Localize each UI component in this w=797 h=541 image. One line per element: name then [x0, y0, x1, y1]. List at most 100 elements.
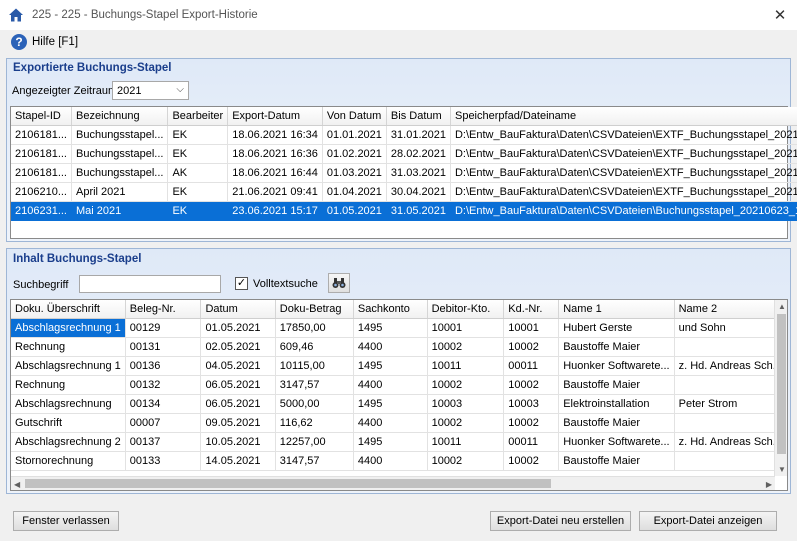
batches-cell[interactable]: 23.06.2021 15:17 [227, 201, 323, 221]
table-row[interactable]: Rechnung 00131 02.05.2021 609,46 4400 10002 10… [11, 337, 787, 357]
content-cell[interactable]: Hubert Gerste [558, 318, 675, 338]
content-cell[interactable]: 01.05.2021 [200, 318, 276, 338]
content-cell[interactable]: Abschlagsrechnung [11, 394, 126, 414]
content-cell[interactable]: 10001 [427, 318, 505, 338]
batches-cell[interactable]: 2106231... [11, 201, 72, 221]
vertical-scroll-thumb[interactable] [777, 314, 786, 454]
horizontal-scroll-thumb[interactable] [25, 479, 551, 488]
content-cell[interactable]: 00137 [125, 432, 202, 452]
question-icon[interactable]: ? [11, 34, 27, 50]
batches-cell[interactable]: April 2021 [71, 182, 169, 202]
content-cell[interactable]: 10002 [503, 337, 560, 357]
content-cell[interactable]: z. Hd. Andreas Sch... [674, 432, 787, 452]
batches-cell[interactable]: 21.06.2021 09:41 [227, 182, 323, 202]
table-row[interactable]: Gutschrift 00007 09.05.2021 116,62 4400 10002… [11, 413, 787, 433]
content-cell[interactable]: 10.05.2021 [200, 432, 276, 452]
content-cell[interactable] [674, 451, 787, 471]
content-cell[interactable]: 00136 [125, 356, 202, 376]
scroll-left-icon[interactable]: ◀ [14, 480, 20, 489]
vertical-scrollbar[interactable]: ▲ ▼ [774, 300, 787, 476]
content-cell[interactable] [674, 413, 787, 433]
scroll-up-icon[interactable]: ▲ [778, 302, 786, 311]
content-cell[interactable]: 12257,00 [275, 432, 354, 452]
batches-cell[interactable]: 18.06.2021 16:44 [227, 163, 323, 183]
content-cell[interactable]: 116,62 [275, 413, 354, 433]
content-cell[interactable]: Abschlagsrechnung 2 [11, 432, 126, 452]
content-cell[interactable]: Abschlagsrechnung 1 [11, 318, 126, 338]
batches-cell[interactable]: Buchungsstapel... [71, 163, 169, 183]
content-cell[interactable]: Stornorechnung [11, 451, 126, 471]
content-cell[interactable]: 10011 [427, 356, 505, 376]
content-header-5[interactable]: Debitor-Kto. [427, 300, 505, 319]
content-cell[interactable]: 10115,00 [275, 356, 354, 376]
content-cell[interactable]: 10011 [427, 432, 505, 452]
table-row[interactable]: Stornorechnung 00133 14.05.2021 3147,57 4400… [11, 451, 787, 471]
batches-cell[interactable]: 28.02.2021 [386, 144, 451, 164]
content-cell[interactable]: 02.05.2021 [200, 337, 276, 357]
content-grid[interactable]: Doku. Überschrift Beleg-Nr. Datum Doku-Betr… [10, 299, 788, 491]
content-cell[interactable]: und Sohn [674, 318, 787, 338]
content-cell[interactable]: 3147,57 [275, 451, 354, 471]
content-header-1[interactable]: Beleg-Nr. [125, 300, 202, 319]
content-cell[interactable]: 10001 [503, 318, 560, 338]
table-row[interactable]: Abschlagsrechnung 2 00137 10.05.2021 12257,… [11, 432, 787, 452]
show-export-button[interactable]: Export-Datei anzeigen [639, 511, 777, 531]
content-header-7[interactable]: Name 1 [558, 300, 675, 319]
batches-grid[interactable]: Stapel-ID Bezeichnung Bearbeiter Export-Dat… [10, 106, 797, 239]
batches-cell[interactable]: Mai 2021 [71, 201, 169, 221]
content-header-8[interactable]: Name 2 [674, 300, 787, 319]
content-cell[interactable]: 00132 [125, 375, 202, 395]
content-cell[interactable]: 10002 [427, 413, 505, 433]
content-cell[interactable]: 1495 [353, 318, 428, 338]
batches-cell[interactable]: 2106181... [11, 163, 72, 183]
batches-cell[interactable]: 2106181... [11, 144, 72, 164]
table-row[interactable]: 2106181... Buchungsstapel... AK 18.06.2021 … [11, 163, 797, 183]
content-cell[interactable]: 06.05.2021 [200, 394, 276, 414]
content-cell[interactable]: Rechnung [11, 337, 126, 357]
batches-cell[interactable]: 01.03.2021 [322, 163, 387, 183]
scroll-down-icon[interactable]: ▼ [778, 465, 786, 474]
content-cell[interactable]: 5000,00 [275, 394, 354, 414]
content-cell[interactable]: 06.05.2021 [200, 375, 276, 395]
batches-cell[interactable]: EK [167, 144, 229, 164]
content-cell[interactable]: Huonker Softwarete... [558, 432, 675, 452]
help-bar[interactable]: ? Hilfe [F1] [0, 30, 797, 54]
content-cell[interactable]: 00131 [125, 337, 202, 357]
content-cell[interactable] [674, 375, 787, 395]
content-header-2[interactable]: Datum [200, 300, 276, 319]
content-cell[interactable]: 10002 [503, 413, 560, 433]
batches-cell[interactable]: 01.05.2021 [322, 201, 387, 221]
content-cell[interactable]: Elektroinstallation [558, 394, 675, 414]
batches-cell[interactable]: 01.02.2021 [322, 144, 387, 164]
table-row[interactable]: Abschlagsrechnung 1 00136 04.05.2021 10115,… [11, 356, 787, 376]
content-cell[interactable]: Baustoffe Maier [558, 375, 675, 395]
batches-cell[interactable]: 2106181... [11, 125, 72, 145]
batches-header-0[interactable]: Stapel-ID [11, 107, 72, 126]
content-cell[interactable]: Huonker Softwarete... [558, 356, 675, 376]
batches-cell[interactable]: D:\Entw_BauFaktura\Daten\CSVDateien\EXTF… [450, 125, 797, 145]
batches-cell[interactable]: Buchungsstapel... [71, 144, 169, 164]
content-cell[interactable]: 609,46 [275, 337, 354, 357]
batches-header-4[interactable]: Von Datum [322, 107, 387, 126]
batches-cell[interactable]: EK [167, 125, 229, 145]
batches-cell[interactable]: D:\Entw_BauFaktura\Daten\CSVDateien\Buch… [450, 201, 797, 221]
content-cell[interactable]: 09.05.2021 [200, 413, 276, 433]
content-cell[interactable]: 17850,00 [275, 318, 354, 338]
content-cell[interactable]: 00011 [503, 356, 560, 376]
content-cell[interactable]: 10002 [427, 451, 505, 471]
content-cell[interactable]: 10002 [503, 451, 560, 471]
content-cell[interactable]: 1495 [353, 394, 428, 414]
content-cell[interactable]: 00007 [125, 413, 202, 433]
content-cell[interactable]: Baustoffe Maier [558, 337, 675, 357]
content-cell[interactable]: 4400 [353, 413, 428, 433]
table-row[interactable]: Abschlagsrechnung 1 00129 01.05.2021 17850,… [11, 318, 787, 338]
content-cell[interactable]: Gutschrift [11, 413, 126, 433]
batches-cell[interactable]: 30.04.2021 [386, 182, 451, 202]
content-cell[interactable]: 10003 [427, 394, 505, 414]
recreate-export-button[interactable]: Export-Datei neu erstellen [490, 511, 631, 531]
batches-header-5[interactable]: Bis Datum [386, 107, 451, 126]
batches-cell[interactable]: Buchungsstapel... [71, 125, 169, 145]
content-header-0[interactable]: Doku. Überschrift [11, 300, 126, 319]
table-row[interactable]: 2106210... April 2021 EK 21.06.2021 09:41 01… [11, 182, 797, 202]
batches-cell[interactable]: 18.06.2021 16:36 [227, 144, 323, 164]
